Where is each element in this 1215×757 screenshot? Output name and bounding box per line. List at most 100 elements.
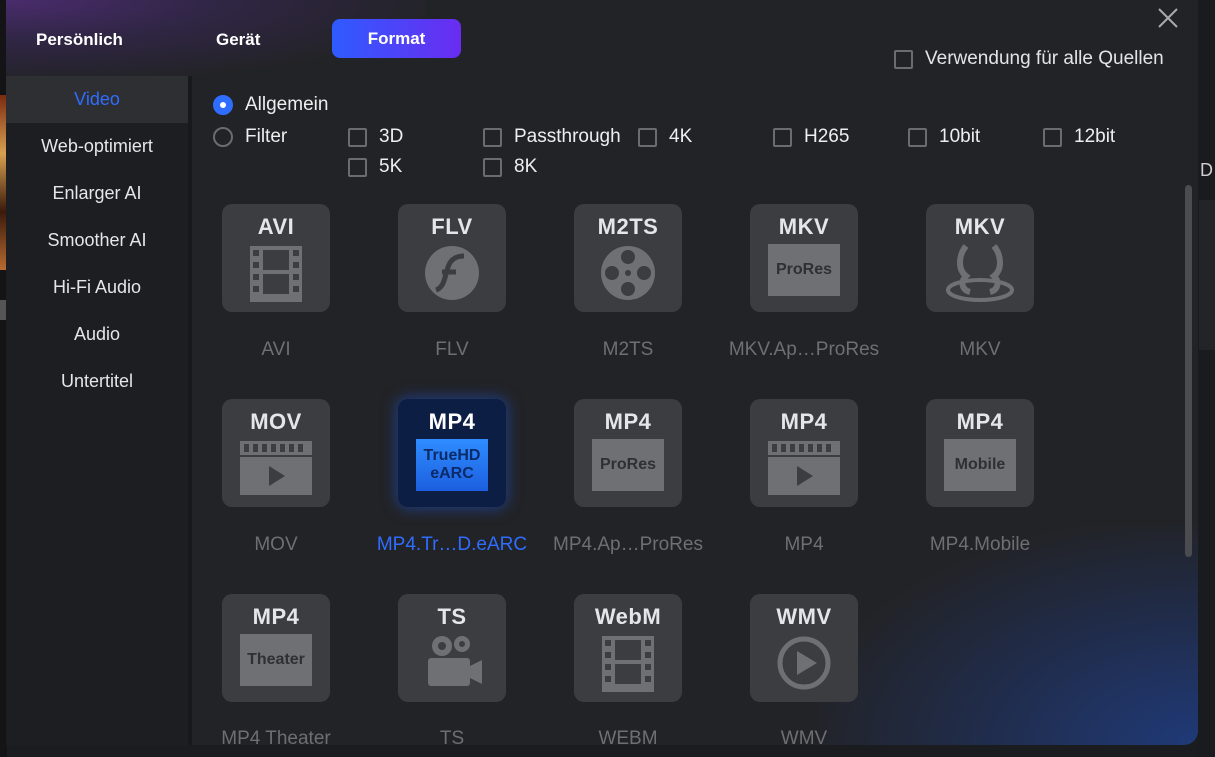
sidebar-item-enlarger-ai[interactable]: Enlarger AI — [6, 170, 188, 217]
radio-general-label: Allgemein — [245, 94, 329, 115]
filter-5k-label: 5K — [379, 156, 403, 177]
format-dialog: Persönlich Gerät Format Verwendung für a… — [6, 0, 1198, 745]
radio-general[interactable]: Allgemein — [213, 94, 328, 116]
filter-12bit[interactable]: 12bit — [1043, 126, 1115, 148]
tab-format-label: Format — [367, 28, 426, 48]
format-label-mov: MOV — [254, 534, 298, 555]
format-tile-title: MP4 — [428, 409, 476, 434]
sidebar-divider — [188, 76, 192, 745]
format-tile-title: TS — [437, 604, 467, 629]
format-tile-ts[interactable]: TS — [398, 594, 506, 702]
format-tile-title: MOV — [250, 409, 302, 434]
filter-8k-checkbox[interactable] — [483, 157, 502, 177]
filter-12bit-label: 12bit — [1074, 126, 1116, 147]
prores-box-icon: ProRes — [592, 439, 664, 491]
apply-all-sources-checkbox[interactable] — [894, 49, 913, 69]
apply-all-sources-label: Verwendung für alle Quellen — [925, 48, 1164, 69]
radio-filter[interactable]: Filter — [213, 126, 287, 148]
close-button[interactable] — [1156, 6, 1180, 30]
filter-3d[interactable]: 3D — [348, 126, 403, 148]
filter-5k-checkbox[interactable] — [348, 157, 367, 177]
film-strip-icon — [250, 246, 302, 302]
filter-3d-checkbox[interactable] — [348, 127, 367, 147]
format-tile-title: M2TS — [597, 214, 659, 239]
format-tile-mkv-prores[interactable]: MKV ProRes — [750, 204, 858, 312]
format-label-mp4-mobile: MP4.Mobile — [929, 534, 1031, 555]
mobile-box-icon: Mobile — [944, 439, 1016, 491]
format-tile-flv[interactable]: FLV — [398, 204, 506, 312]
format-label-mp4-truehd: MP4.Tr…D.eARC — [376, 534, 528, 555]
format-label-mkv: MKV — [959, 339, 1001, 360]
format-tile-title: AVI — [257, 214, 295, 239]
format-label-mp4: MP4 — [784, 534, 824, 555]
prores-box-icon: ProRes — [768, 244, 840, 296]
format-tile-title: MP4 — [252, 604, 300, 629]
filter-h265-checkbox[interactable] — [773, 127, 792, 147]
film-strip-icon — [602, 636, 654, 692]
sidebar-item-subtitles[interactable]: Untertitel — [6, 358, 188, 405]
filter-3d-label: 3D — [379, 126, 404, 147]
film-reel-icon — [601, 246, 655, 300]
apply-all-sources[interactable]: Verwendung für alle Quellen — [894, 48, 1164, 70]
format-label-mkv-prores: MKV.Ap…ProRes — [728, 339, 880, 360]
theater-box-icon: Theater — [240, 634, 312, 686]
filter-passthrough[interactable]: Passthrough — [483, 126, 621, 148]
format-tile-mkv[interactable]: MKV — [926, 204, 1034, 312]
radio-general-button[interactable] — [213, 95, 233, 115]
filter-12bit-checkbox[interactable] — [1043, 127, 1062, 147]
filter-10bit[interactable]: 10bit — [908, 126, 980, 148]
format-tile-title: MKV — [778, 214, 830, 239]
radio-filter-label: Filter — [245, 126, 288, 147]
format-tile-avi[interactable]: AVI — [222, 204, 330, 312]
filter-h265[interactable]: H265 — [773, 126, 849, 148]
filter-passthrough-label: Passthrough — [514, 126, 621, 147]
filter-8k[interactable]: 8K — [483, 156, 537, 178]
sidebar-item-audio[interactable]: Audio — [6, 311, 188, 358]
format-tile-title: FLV — [431, 214, 473, 239]
sidebar-item-video[interactable]: Video — [6, 76, 188, 123]
filter-4k-label: 4K — [669, 126, 693, 147]
format-label-flv: FLV — [435, 339, 469, 360]
format-tile-m2ts[interactable]: M2TS — [574, 204, 682, 312]
format-tile-title: MKV — [954, 214, 1006, 239]
clapper-play-icon — [240, 441, 312, 495]
format-tile-title: MP4 — [604, 409, 652, 434]
sidebar-item-smoother-ai[interactable]: Smoother AI — [6, 217, 188, 264]
tab-format[interactable]: Format — [332, 19, 461, 58]
format-tile-mp4[interactable]: MP4 — [750, 399, 858, 507]
format-list-scrollbar[interactable] — [1185, 185, 1192, 557]
filter-5k[interactable]: 5K — [348, 156, 402, 178]
format-tile-mp4-theater[interactable]: MP4 Theater — [222, 594, 330, 702]
sidebar-item-web-optimized[interactable]: Web-optimiert — [6, 123, 188, 170]
radio-filter-button[interactable] — [213, 127, 233, 147]
format-tile-wmv[interactable]: WMV — [750, 594, 858, 702]
format-tile-mp4-prores[interactable]: MP4 ProRes — [574, 399, 682, 507]
sidebar-item-hifi-audio[interactable]: Hi-Fi Audio — [6, 264, 188, 311]
filter-10bit-label: 10bit — [939, 126, 981, 147]
format-tile-mov[interactable]: MOV — [222, 399, 330, 507]
tab-personal[interactable]: Persönlich — [36, 30, 123, 50]
filter-8k-label: 8K — [514, 156, 538, 177]
tab-device[interactable]: Gerät — [216, 30, 260, 50]
filter-passthrough-checkbox[interactable] — [483, 127, 502, 147]
format-tile-webm[interactable]: WebM — [574, 594, 682, 702]
format-label-m2ts: M2TS — [602, 339, 654, 360]
format-label-wmv: WMV — [780, 728, 828, 745]
format-tile-title: MP4 — [956, 409, 1004, 434]
filter-4k[interactable]: 4K — [638, 126, 692, 148]
format-tile-mp4-mobile[interactable]: MP4 Mobile — [926, 399, 1034, 507]
filter-h265-label: H265 — [804, 126, 850, 147]
background-panel — [1199, 200, 1215, 350]
video-camera-icon — [428, 636, 482, 686]
clapper-play-icon — [768, 441, 840, 495]
filter-10bit-checkbox[interactable] — [908, 127, 927, 147]
corner-glow — [818, 525, 1198, 745]
format-label-webm: WEBM — [598, 728, 658, 745]
format-label-avi: AVI — [261, 339, 291, 360]
format-label-ts: TS — [439, 728, 465, 745]
format-tile-title: MP4 — [780, 409, 828, 434]
format-tile-title: WebM — [594, 604, 662, 629]
background-text: D — [1200, 160, 1213, 180]
format-tile-mp4-truehd[interactable]: MP4 TrueHD eARC — [398, 399, 506, 507]
filter-4k-checkbox[interactable] — [638, 127, 657, 147]
